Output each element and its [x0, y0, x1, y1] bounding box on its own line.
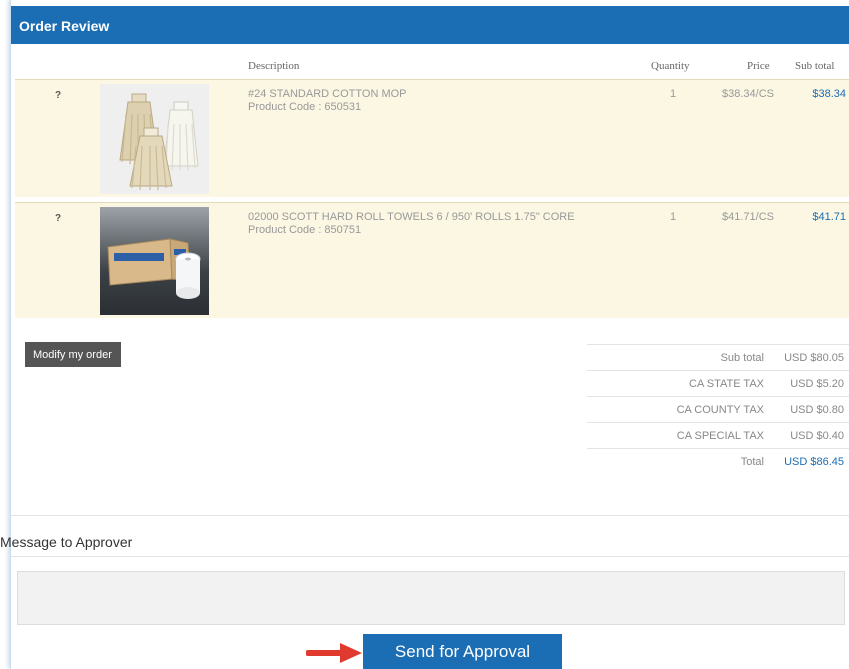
totals-label: CA SPECIAL TAX [676, 430, 764, 442]
arrow-right-icon [306, 643, 362, 663]
order-review-header: Order Review [11, 6, 849, 44]
table-row: ? #24 STANDARD COTTON MOP Product Code :… [15, 79, 849, 197]
approver-message-input[interactable] [17, 571, 845, 625]
totals-value: USD $80.05 [784, 352, 844, 364]
item-name: 02000 SCOTT HARD ROLL TOWELS 6 / 950' RO… [248, 211, 575, 223]
mop-image[interactable] [100, 84, 209, 194]
send-for-approval-button[interactable]: Send for Approval [363, 634, 562, 669]
totals-row-subtotal: Sub total USD $80.05 [587, 344, 849, 370]
item-product-code: Product Code : 650531 [248, 101, 362, 113]
item-quantity: 1 [670, 88, 677, 100]
modify-order-button[interactable]: Modify my order [25, 342, 121, 367]
totals-value: USD $0.80 [790, 404, 844, 416]
order-review-panel: Order Review Description Quantity Price … [10, 0, 849, 669]
item-subtotal: $41.71 [812, 211, 846, 223]
item-subtotal: $38.34 [812, 88, 846, 100]
totals-row-state-tax: CA STATE TAX USD $5.20 [587, 370, 849, 396]
totals-row-special-tax: CA SPECIAL TAX USD $0.40 [587, 422, 849, 448]
item-quantity: 1 [670, 211, 677, 223]
totals-value: USD $5.20 [790, 378, 844, 390]
column-header-description: Description [248, 60, 300, 72]
totals-row-county-tax: CA COUNTY TAX USD $0.80 [587, 396, 849, 422]
column-header-price: Price [747, 60, 770, 72]
item-product-code: Product Code : 850751 [248, 224, 362, 236]
item-description: 02000 SCOTT HARD ROLL TOWELS 6 / 950' RO… [248, 211, 575, 237]
totals-value: USD $0.40 [790, 430, 844, 442]
totals-row-total: Total USD $86.45 [587, 448, 849, 474]
section-divider [11, 556, 849, 557]
message-to-approver-label: Message to Approver [0, 534, 133, 550]
help-icon[interactable]: ? [55, 90, 61, 101]
totals-label: CA COUNTY TAX [676, 404, 764, 416]
order-totals: Sub total USD $80.05 CA STATE TAX USD $5… [587, 344, 849, 474]
item-price: $41.71/CS [722, 211, 774, 223]
item-name: #24 STANDARD COTTON MOP [248, 88, 407, 100]
totals-value: USD $86.45 [784, 456, 844, 468]
column-header-subtotal: Sub total [795, 60, 835, 72]
section-divider [11, 515, 849, 516]
totals-label: Total [740, 456, 764, 468]
column-header-quantity: Quantity [651, 60, 690, 72]
towel-roll-image[interactable] [100, 207, 209, 315]
help-icon[interactable]: ? [55, 213, 61, 224]
totals-label: CA STATE TAX [689, 378, 764, 390]
item-price: $38.34/CS [722, 88, 774, 100]
item-description: #24 STANDARD COTTON MOP Product Code : 6… [248, 88, 407, 114]
table-row: ? 02000 SCOTT HARD ROLL TOWELS 6 / 950' … [15, 202, 849, 318]
page-title: Order Review [19, 18, 110, 34]
totals-label: Sub total [720, 352, 764, 364]
